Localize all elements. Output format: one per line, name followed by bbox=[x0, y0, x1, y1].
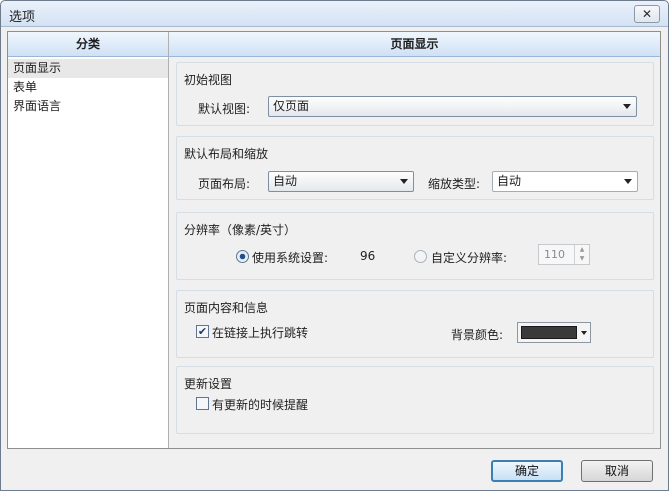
follow-links-label: 在链接上执行跳转 bbox=[212, 326, 309, 340]
zoom-type-label: 缩放类型: bbox=[428, 177, 481, 191]
custom-resolution-value: 110 bbox=[544, 248, 565, 261]
resolution-title: 分辨率（像素/英寸） bbox=[184, 223, 297, 237]
chevron-down-icon bbox=[623, 104, 631, 109]
zoom-type-select[interactable]: 自动 bbox=[492, 171, 638, 192]
page-layout-value: 自动 bbox=[273, 174, 298, 188]
default-view-select[interactable]: 仅页面 bbox=[268, 96, 637, 117]
category-list: 页面显示 表单 界面语言 bbox=[8, 57, 168, 116]
category-item-forms[interactable]: 表单 bbox=[8, 78, 168, 97]
color-swatch bbox=[521, 326, 577, 339]
cancel-button[interactable]: 取消 bbox=[581, 460, 653, 482]
options-dialog: 选项 ✕ 分类 页面显示 表单 界面语言 页面显示 初始视图 默认视图: 仅页面 bbox=[0, 0, 669, 491]
options-panel: 分类 页面显示 表单 界面语言 页面显示 初始视图 默认视图: 仅页面 默认布局… bbox=[7, 31, 661, 449]
page-content-title: 页面内容和信息 bbox=[184, 301, 269, 315]
custom-resolution-label: 自定义分辨率: bbox=[431, 251, 508, 265]
system-resolution-value: 96 bbox=[360, 249, 376, 263]
dialog-title: 选项 bbox=[9, 10, 36, 25]
category-pane: 分类 页面显示 表单 界面语言 bbox=[8, 32, 169, 448]
settings-header: 页面显示 bbox=[169, 32, 660, 57]
checkmark-icon: ✔ bbox=[197, 325, 208, 338]
default-view-label: 默认视图: bbox=[198, 102, 251, 116]
category-item-page-display[interactable]: 页面显示 bbox=[8, 59, 168, 78]
update-notify-label: 有更新的时候提醒 bbox=[212, 398, 309, 412]
zoom-type-value: 自动 bbox=[497, 174, 522, 188]
chevron-down-icon bbox=[400, 179, 408, 184]
custom-resolution-spinner[interactable]: 110 ▲ ▼ bbox=[538, 244, 590, 265]
follow-links-checkbox[interactable]: ✔ bbox=[196, 325, 209, 338]
spinner-buttons: ▲ ▼ bbox=[574, 245, 589, 264]
ok-button[interactable]: 确定 bbox=[491, 460, 563, 482]
bg-color-label: 背景颜色: bbox=[451, 328, 504, 342]
layout-zoom-title: 默认布局和缩放 bbox=[184, 147, 269, 161]
spin-up-icon[interactable]: ▲ bbox=[575, 245, 589, 254]
close-button[interactable]: ✕ bbox=[634, 5, 660, 23]
system-resolution-label: 使用系统设置: bbox=[252, 251, 329, 265]
update-notify-checkbox[interactable] bbox=[196, 397, 209, 410]
settings-pane: 页面显示 初始视图 默认视图: 仅页面 默认布局和缩放 页面布局: 自动 缩放类… bbox=[169, 32, 660, 448]
updates-title: 更新设置 bbox=[184, 377, 233, 391]
chevron-down-icon bbox=[624, 179, 632, 184]
title-bar[interactable]: 选项 ✕ bbox=[1, 1, 668, 27]
system-resolution-radio[interactable] bbox=[236, 250, 249, 263]
category-item-interface-language[interactable]: 界面语言 bbox=[8, 97, 168, 116]
initial-view-title: 初始视图 bbox=[184, 73, 233, 87]
page-layout-select[interactable]: 自动 bbox=[268, 171, 414, 192]
chevron-down-icon bbox=[581, 331, 587, 335]
bg-color-picker[interactable] bbox=[517, 322, 591, 343]
custom-resolution-radio[interactable] bbox=[414, 250, 427, 263]
close-icon: ✕ bbox=[641, 6, 653, 21]
category-header: 分类 bbox=[8, 32, 168, 57]
default-view-value: 仅页面 bbox=[273, 99, 310, 113]
page-layout-label: 页面布局: bbox=[198, 177, 251, 191]
spin-down-icon[interactable]: ▼ bbox=[575, 254, 589, 263]
